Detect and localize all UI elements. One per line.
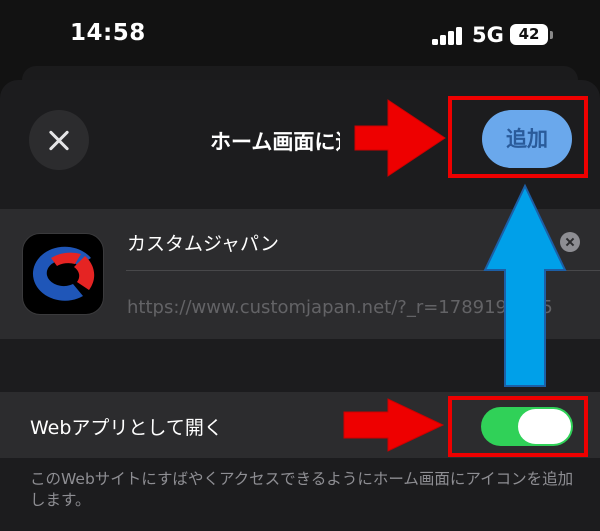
close-button[interactable] <box>29 110 89 170</box>
status-bar: 14:58 5G 42 <box>0 0 600 70</box>
add-button[interactable]: 追加 <box>482 110 572 168</box>
app-name[interactable]: カスタムジャパン <box>127 229 279 256</box>
battery-icon: 42 <box>510 24 548 45</box>
status-time: 14:58 <box>70 20 146 46</box>
cellular-signal-icon <box>432 27 464 45</box>
battery-tip <box>550 31 553 39</box>
network-type: 5G <box>472 23 504 47</box>
app-url: https://www.customjapan.net/?_r=178919_0… <box>127 297 553 318</box>
clear-icon[interactable] <box>560 232 580 252</box>
toggle-knob <box>518 409 571 444</box>
divider <box>126 270 600 271</box>
footer-description: このWebサイトにすばやくアクセスできるようにホーム画面にアイコンを追加します。 <box>30 470 574 509</box>
app-logo-icon <box>22 233 104 315</box>
sheet-title: ホーム画面に追加 <box>210 130 340 154</box>
web-app-label: Webアプリとして開く <box>30 417 223 439</box>
